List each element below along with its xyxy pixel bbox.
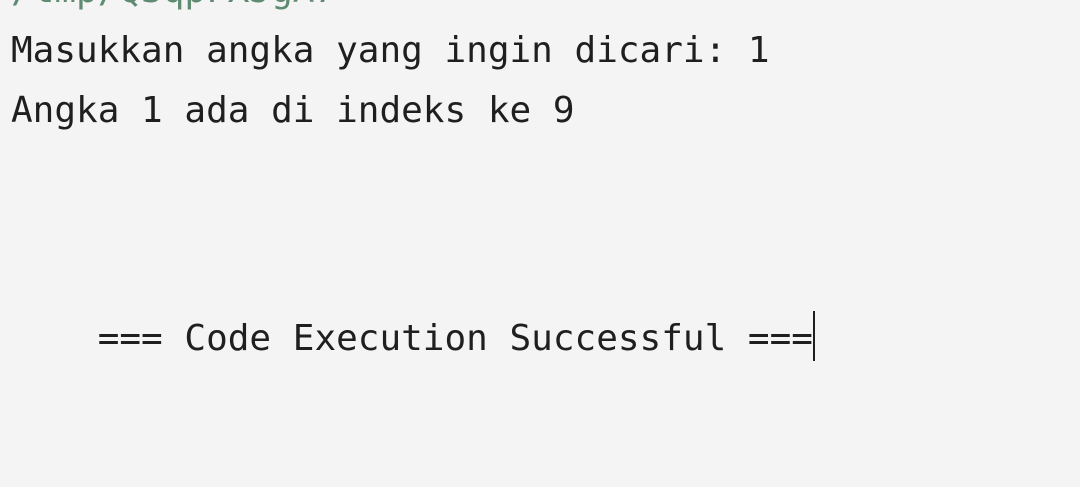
input-prompt-line: Masukkan angka yang ingin dicari: 1 — [11, 30, 770, 71]
search-result-line: Angka 1 ada di indeks ke 9 — [11, 90, 575, 131]
text-cursor — [812, 311, 815, 361]
execution-path-text: /tmp/Q3qpFXJgA7 — [11, 0, 336, 9]
execution-status-line: === Code Execution Successful === — [11, 275, 815, 397]
output-console[interactable]: /tmp/Q3qpFXJgA7 Masukkan angka yang ingi… — [0, 0, 1080, 487]
execution-status-text: === Code Execution Successful === — [97, 318, 813, 359]
